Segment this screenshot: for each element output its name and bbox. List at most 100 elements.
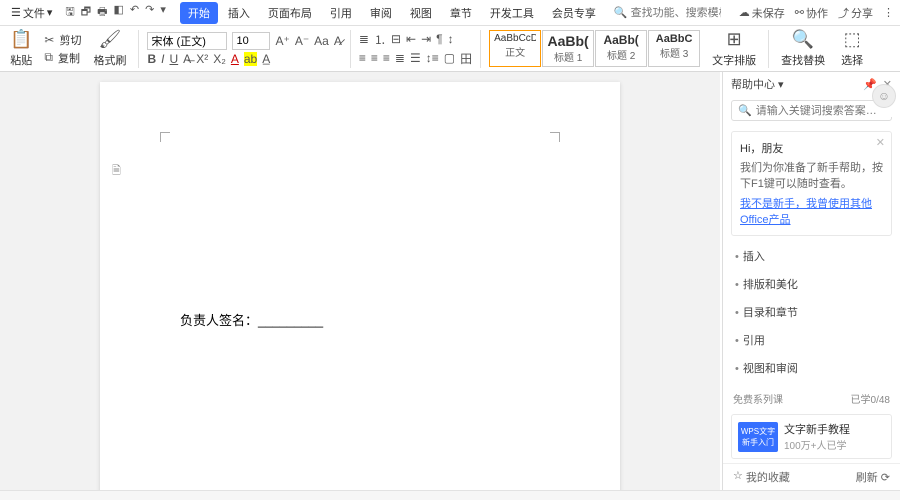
tab-review[interactable]: 审阅 (362, 2, 400, 24)
redo-icon[interactable]: ↷ (145, 3, 154, 22)
style-heading1[interactable]: AaBb( 标题 1 (542, 30, 594, 67)
undo-icon[interactable]: ↶ (130, 3, 139, 22)
course-thumbnail: WPS文字 新手入门 (738, 422, 778, 452)
star-icon: ☆ (733, 469, 743, 485)
margin-corner (550, 132, 560, 142)
save-icon[interactable]: 🖫 (65, 3, 74, 22)
font-color-icon[interactable]: A (231, 52, 239, 66)
char-border-icon[interactable]: A̲ (262, 52, 270, 66)
more-icon[interactable]: ⋮ (883, 6, 894, 19)
file-menu-button[interactable]: ☰ 文件 ▾ (6, 3, 57, 23)
format-painter-button[interactable]: 🖌 格式刷 (89, 27, 130, 70)
grow-font-icon[interactable]: A⁺ (275, 34, 289, 48)
style-heading3[interactable]: AaBbC 标题 3 (648, 30, 700, 67)
print-icon[interactable]: 🖶 (97, 3, 107, 22)
not-beginner-link[interactable]: 我不是新手，我曾使用其他Office产品 (740, 195, 883, 227)
shading-icon[interactable]: ▢ (444, 51, 455, 65)
help-cat-insert[interactable]: 插入 (723, 242, 900, 270)
style-preview: AaBbCcDd (494, 33, 536, 44)
course-subtext: 100万+人已学 (784, 437, 850, 452)
style-preview: AaBb( (547, 33, 589, 49)
tab-view[interactable]: 视图 (402, 2, 440, 24)
text-wrap-icon: ⊞ (727, 29, 742, 50)
align-center-icon[interactable]: ≡ (371, 51, 378, 65)
toggle-marks-icon[interactable]: ¶ (436, 32, 442, 46)
search-icon: 🔍 (738, 104, 752, 117)
style-heading2[interactable]: AaBb( 标题 2 (595, 30, 647, 67)
course-card[interactable]: WPS文字 新手入门 文字新手教程 100万+人已学 (731, 414, 892, 459)
font-size-combo[interactable] (232, 32, 270, 50)
shrink-font-icon[interactable]: A⁻ (295, 34, 309, 48)
style-normal[interactable]: AaBbCcDd 正文 (489, 30, 541, 67)
find-replace-button[interactable]: 🔍 查找替换 (777, 27, 829, 70)
chevron-down-icon[interactable]: ▾ (778, 78, 784, 91)
bold-icon[interactable]: B (147, 52, 156, 66)
help-center-panel: 帮助中心 ▾ 📌 ✕ 🔍 ✕ Hi，朋友 我们为你准备了新手帮助，按下F1键可以… (722, 72, 900, 490)
greeting-title: Hi，朋友 (740, 140, 883, 156)
cloud-icon: ☁ (739, 6, 750, 19)
style-preview: AaBbC (653, 33, 695, 45)
tab-insert[interactable]: 插入 (220, 2, 258, 24)
tab-home[interactable]: 开始 (180, 2, 218, 24)
help-search-input[interactable] (756, 105, 898, 117)
style-label: 标题 3 (653, 45, 695, 60)
subscript-icon[interactable]: X₂ (213, 52, 226, 66)
italic-icon[interactable]: I (161, 52, 164, 66)
unsaved-indicator[interactable]: ☁未保存 (739, 5, 785, 21)
divider (350, 30, 351, 68)
multilevel-icon[interactable]: ⊟ (391, 32, 401, 46)
coop-button[interactable]: ⚯协作 (795, 5, 828, 21)
strike-icon[interactable]: A̶ (183, 52, 191, 66)
cut-button[interactable]: 剪切 (59, 32, 81, 48)
share-icon: ⤴ (838, 5, 849, 21)
document-page[interactable]: 🗎 负责人签名：_________ (100, 82, 620, 490)
tab-references[interactable]: 引用 (322, 2, 360, 24)
superscript-icon[interactable]: X² (196, 52, 208, 66)
help-cat-references[interactable]: 引用 (723, 326, 900, 354)
font-name-combo[interactable] (147, 32, 227, 50)
feature-search[interactable]: 🔍 (614, 6, 721, 19)
tab-developer[interactable]: 开发工具 (482, 2, 542, 24)
assistant-avatar[interactable]: ☺ (872, 84, 896, 108)
tab-page-layout[interactable]: 页面布局 (260, 2, 320, 24)
refresh-button[interactable]: 刷新 ⟳ (856, 469, 890, 485)
distribute-icon[interactable]: ☰ (410, 51, 421, 65)
feature-search-input[interactable] (631, 7, 721, 19)
share-button[interactable]: ⤴分享 (838, 5, 873, 21)
course-title: 文字新手教程 (784, 421, 850, 437)
help-search[interactable]: 🔍 (731, 100, 892, 121)
justify-icon[interactable]: ≣ (395, 51, 405, 65)
paste-label: 粘贴 (10, 52, 32, 68)
align-left-icon[interactable]: ≡ (359, 51, 366, 65)
bullets-icon[interactable]: ≣ (359, 32, 369, 46)
document-text[interactable]: 负责人签名：_________ (180, 310, 323, 329)
paste-button[interactable]: 📋 粘贴 (6, 27, 36, 70)
help-cat-view-review[interactable]: 视图和审阅 (723, 354, 900, 382)
close-icon[interactable]: ✕ (876, 136, 885, 149)
clear-format-icon[interactable]: A̷ (334, 34, 342, 48)
underline-icon[interactable]: U (170, 52, 179, 66)
line-spacing-icon[interactable]: ↕≡ (426, 51, 439, 65)
borders-icon[interactable]: 田 (460, 50, 472, 67)
select-button[interactable]: ⬚ 选择 (837, 27, 867, 70)
sort-icon[interactable]: ↕ (448, 32, 454, 46)
quick-access-toolbar: 🖫 🗗 🖶 ◧ ↶ ↷ ▾ (65, 3, 165, 22)
help-cat-layout[interactable]: 排版和美化 (723, 270, 900, 298)
increase-indent-icon[interactable]: ⇥ (421, 32, 431, 46)
highlight-icon[interactable]: ab (244, 52, 257, 66)
numbering-icon[interactable]: ⒈ (374, 31, 386, 48)
text-wrap-button[interactable]: ⊞ 文字排版 (708, 27, 760, 70)
style-label: 正文 (494, 44, 536, 59)
qat-chevron-icon[interactable]: ▾ (160, 3, 166, 22)
change-case-icon[interactable]: Aa (314, 34, 329, 48)
decrease-indent-icon[interactable]: ⇤ (406, 32, 416, 46)
help-cat-toc[interactable]: 目录和章节 (723, 298, 900, 326)
tab-chapters[interactable]: 章节 (442, 2, 480, 24)
align-right-icon[interactable]: ≡ (383, 51, 390, 65)
tab-premium[interactable]: 会员专享 (544, 2, 604, 24)
print-preview-icon[interactable]: 🗗 (81, 3, 91, 22)
copy-button[interactable]: 复制 (58, 50, 80, 66)
align-icon[interactable]: ◧ (114, 3, 124, 22)
scissors-icon: ✂ (44, 33, 54, 47)
favorites-button[interactable]: 我的收藏 (746, 469, 790, 485)
